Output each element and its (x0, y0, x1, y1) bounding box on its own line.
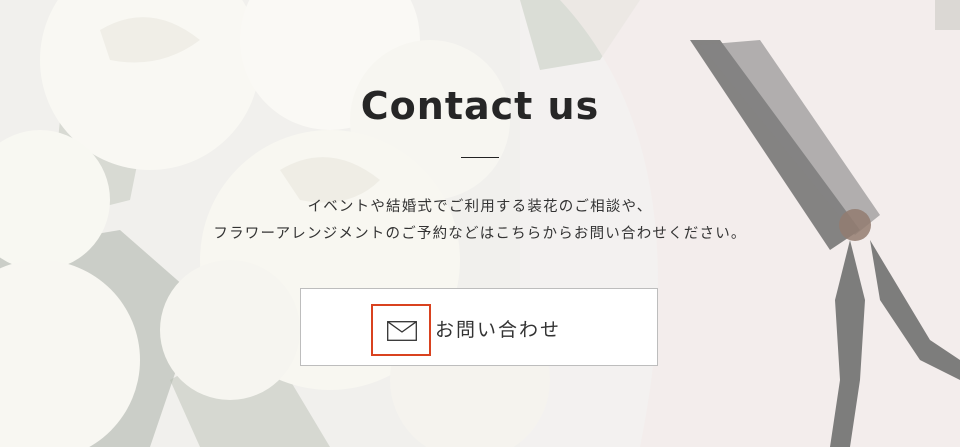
contact-section: Contact us イベントや結婚式でご利用する装花のご相談や、 フラワーアレ… (0, 0, 960, 447)
contact-description: イベントや結婚式でご利用する装花のご相談や、 フラワーアレンジメントのご予約など… (0, 194, 960, 248)
description-line-2: フラワーアレンジメントのご予約などはこちらからお問い合わせください。 (213, 226, 747, 242)
mail-icon[interactable] (387, 321, 417, 341)
description-line-1: イベントや結婚式でご利用する装花のご相談や、 (307, 199, 653, 215)
title-divider (461, 157, 499, 158)
mail-icon-highlight[interactable] (371, 304, 431, 356)
section-title: Contact us (360, 84, 600, 128)
contact-button-label[interactable]: お問い合わせ (435, 315, 561, 342)
contact-button[interactable]: お問い合わせ (300, 288, 658, 366)
